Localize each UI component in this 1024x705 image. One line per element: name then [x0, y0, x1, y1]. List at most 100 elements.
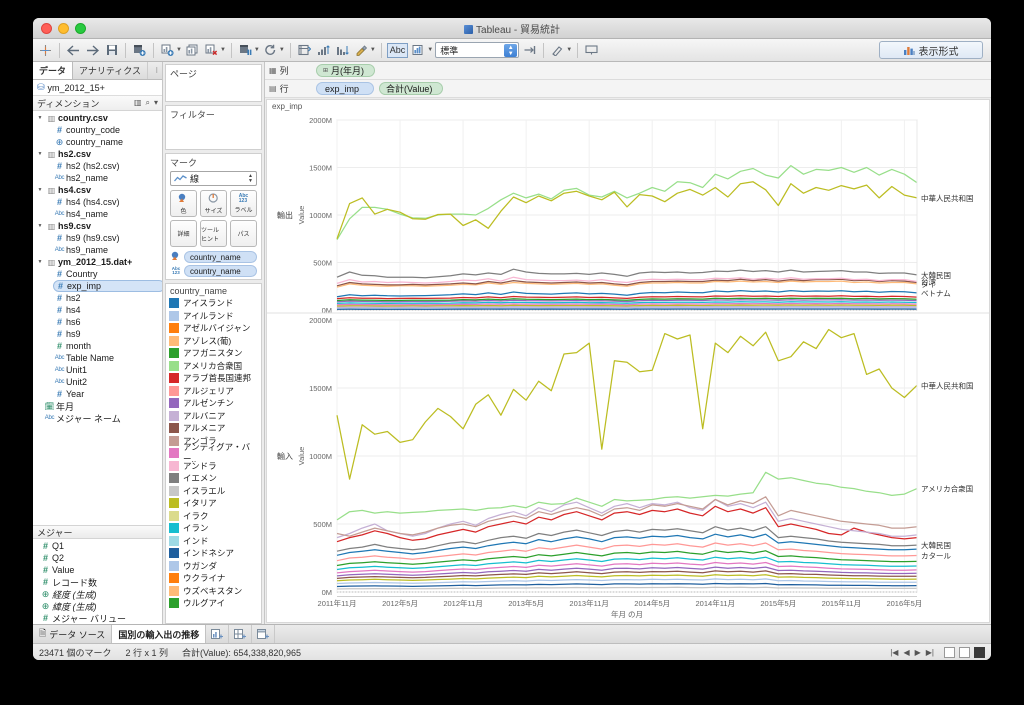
pause-updates-icon[interactable]	[237, 41, 254, 60]
disclosure-triangle-icon[interactable]: ▼	[35, 151, 45, 157]
expand-plus-icon[interactable]: ⊞	[323, 67, 328, 74]
dimension-row[interactable]: # exp_imp	[53, 280, 162, 292]
view-full-icon[interactable]	[974, 646, 985, 658]
show-me-button[interactable]: 表示形式	[879, 41, 983, 59]
forward-icon[interactable]	[84, 41, 101, 60]
dimension-row[interactable]: Abc hs9_name	[53, 244, 162, 256]
measure-row[interactable]: # Q2	[39, 552, 162, 564]
legend-item[interactable]: インド	[169, 535, 261, 548]
refresh-chevron-down-icon[interactable]: ▼	[279, 47, 285, 53]
dimensions-tree[interactable]: ▼ ▥ country.csv # country_code ⊕ country_name ▼…	[33, 111, 162, 525]
highlight-icon[interactable]	[353, 41, 370, 60]
legend-item[interactable]: アゾレス(葡)	[169, 335, 261, 348]
marks-size-button[interactable]: サイズ	[200, 190, 227, 217]
dimension-row[interactable]: # hs2 (hs2.csv)	[53, 160, 162, 172]
chart-plots[interactable]: 0M 500M 1000M 1500M 2000M Value 輸出 中華人民共和国 大韓民国台…	[267, 114, 989, 622]
dimension-group-row[interactable]: ▼ ▥ hs2.csv	[35, 148, 162, 160]
tableau-logo-icon[interactable]	[37, 41, 54, 60]
prev-page-icon[interactable]: ◀	[903, 648, 909, 657]
legend-item[interactable]: アルバニア	[169, 410, 261, 423]
next-page-icon[interactable]: ▶	[915, 648, 921, 657]
highlight-chevron-down-icon[interactable]: ▼	[370, 47, 376, 53]
marks-pill-label-label[interactable]: country_name	[184, 265, 257, 277]
clear-sheet-chevron-down-icon[interactable]: ▼	[220, 47, 226, 53]
legend-item[interactable]: アルジェリア	[169, 385, 261, 398]
page-nav-controls[interactable]: |◀ ◀ ▶ ▶|	[890, 648, 934, 657]
toolbar[interactable]: ▼ ▼ ▼ ▼ ▼ Abc ▼ 標準 ▲ ▼ ▼ 表示形式	[33, 39, 991, 62]
new-worksheet-chevron-down-icon[interactable]: ▼	[176, 47, 182, 53]
legend-item[interactable]: イラク	[169, 510, 261, 523]
mark-buttons[interactable]: 色 サイズ Abc 123 ラベル 詳細 ツール ヒント パス	[166, 190, 261, 251]
sheet-tab-trade-trend[interactable]: 国別の輸入出の推移	[112, 625, 207, 643]
legend-item[interactable]: ウクライナ	[169, 572, 261, 585]
legend-item[interactable]: アイルランド	[169, 310, 261, 323]
rows-shelf[interactable]: ▤ 行 exp_imp 合計(Value)	[265, 80, 991, 98]
sort-ascending-icon[interactable]	[315, 41, 332, 60]
dimension-row[interactable]: # hs9	[53, 328, 162, 340]
presentation-mode-icon[interactable]	[583, 41, 600, 60]
legend-item[interactable]: アゼルバイジャン	[169, 322, 261, 335]
legend-item[interactable]: イエメン	[169, 472, 261, 485]
clear-sheet-icon[interactable]	[203, 41, 220, 60]
format-chevron-down-icon[interactable]: ▼	[566, 47, 572, 53]
data-pane-tabs[interactable]: データ アナリティクス ⁝	[33, 62, 162, 80]
last-page-icon[interactable]: ▶|	[926, 648, 934, 657]
marks-color-button[interactable]: 色	[170, 190, 197, 217]
save-icon[interactable]	[103, 41, 120, 60]
disclosure-triangle-icon[interactable]: ▼	[35, 259, 45, 265]
legend-item[interactable]: ウガンダ	[169, 560, 261, 573]
legend-item[interactable]: インドネシア	[169, 547, 261, 560]
dimension-row[interactable]: # country_code	[53, 124, 162, 136]
dimension-row[interactable]: Abc Unit2	[53, 376, 162, 388]
measure-row[interactable]: # Q1	[39, 540, 162, 552]
dimension-row[interactable]: ⊕ country_name	[53, 136, 162, 148]
fit-select-stepper-icon[interactable]: ▲ ▼	[504, 44, 518, 57]
marks-pill-color-label[interactable]: country_name	[184, 251, 257, 263]
legend-item[interactable]: ウルグアイ	[169, 597, 261, 610]
dimension-row[interactable]: # Year	[53, 388, 162, 400]
marks-pill-label[interactable]: Abc 123 country_name	[166, 265, 261, 279]
dimension-row[interactable]: Abc Table Name	[53, 352, 162, 364]
disclosure-triangle-icon[interactable]: ▼	[35, 115, 45, 121]
tab-analytics[interactable]: アナリティクス	[73, 62, 149, 79]
first-page-icon[interactable]: |◀	[890, 648, 898, 657]
sheet-tab-bar[interactable]: 🗎 データ ソース 国別の輸入出の推移	[33, 624, 991, 643]
dimension-group-row[interactable]: ▼ ▥ hs9.csv	[35, 220, 162, 232]
view-mode-controls[interactable]	[944, 646, 985, 658]
dimension-row[interactable]: # hs4 (hs4.csv)	[53, 196, 162, 208]
measure-row[interactable]: # メジャー バリュー	[39, 612, 162, 624]
chart-panel-import[interactable]: 0M 500M 1000M 1500M 2000M Value 輸入 中華人民共和国アメリカ合…	[267, 314, 989, 596]
dimension-row[interactable]: Abc Unit1	[53, 364, 162, 376]
pill-sum-value[interactable]: 合計(Value)	[379, 82, 444, 95]
dimension-row[interactable]: Abc hs4_name	[53, 208, 162, 220]
legend-item[interactable]: アラブ首長国連邦	[169, 372, 261, 385]
dimension-row[interactable]: Abc hs2_name	[53, 172, 162, 184]
dimension-row[interactable]: # hs4	[53, 304, 162, 316]
view-grid-icon[interactable]	[944, 646, 955, 658]
swap-rows-columns-icon[interactable]	[296, 41, 313, 60]
refresh-icon[interactable]	[262, 41, 279, 60]
sort-descending-icon[interactable]	[334, 41, 351, 60]
mark-type-stepper-icon[interactable]: ▲ ▼	[248, 173, 253, 184]
dimension-group-row[interactable]: ▼ ▥ country.csv	[35, 112, 162, 124]
tab-data[interactable]: データ	[33, 62, 74, 79]
dimension-row[interactable]: # Country	[53, 268, 162, 280]
status-right-controls[interactable]: |◀ ◀ ▶ ▶|	[890, 646, 985, 658]
dimension-group-row[interactable]: ▼ ▥ ym_2012_15.dat+	[35, 256, 162, 268]
measure-row[interactable]: ⊕ 緯度 (生成)	[39, 600, 162, 612]
measure-row[interactable]: # レコード数	[39, 576, 162, 588]
new-worksheet-icon[interactable]	[206, 625, 230, 643]
fix-axis-icon[interactable]	[521, 41, 538, 60]
data-pane-more-icon[interactable]: ⁝	[151, 62, 162, 79]
viz-canvas[interactable]: exp_imp 0M 500M 1000M 1500M 2000M Value 輸出 中華人民…	[266, 99, 990, 623]
measure-row[interactable]: # Value	[39, 564, 162, 576]
marks-path-button[interactable]: パス	[230, 220, 257, 247]
dimension-row[interactable]: # hs9 (hs9.csv)	[53, 232, 162, 244]
dimension-row[interactable]: 🗓 年月	[43, 400, 162, 412]
disclosure-triangle-icon[interactable]: ▼	[35, 223, 45, 229]
pages-card[interactable]: ページ	[165, 64, 262, 102]
fit-select[interactable]: 標準 ▲ ▼	[435, 42, 520, 58]
show-totals-icon[interactable]	[410, 41, 427, 60]
legend-item[interactable]: イスラエル	[169, 485, 261, 498]
back-icon[interactable]	[65, 41, 82, 60]
